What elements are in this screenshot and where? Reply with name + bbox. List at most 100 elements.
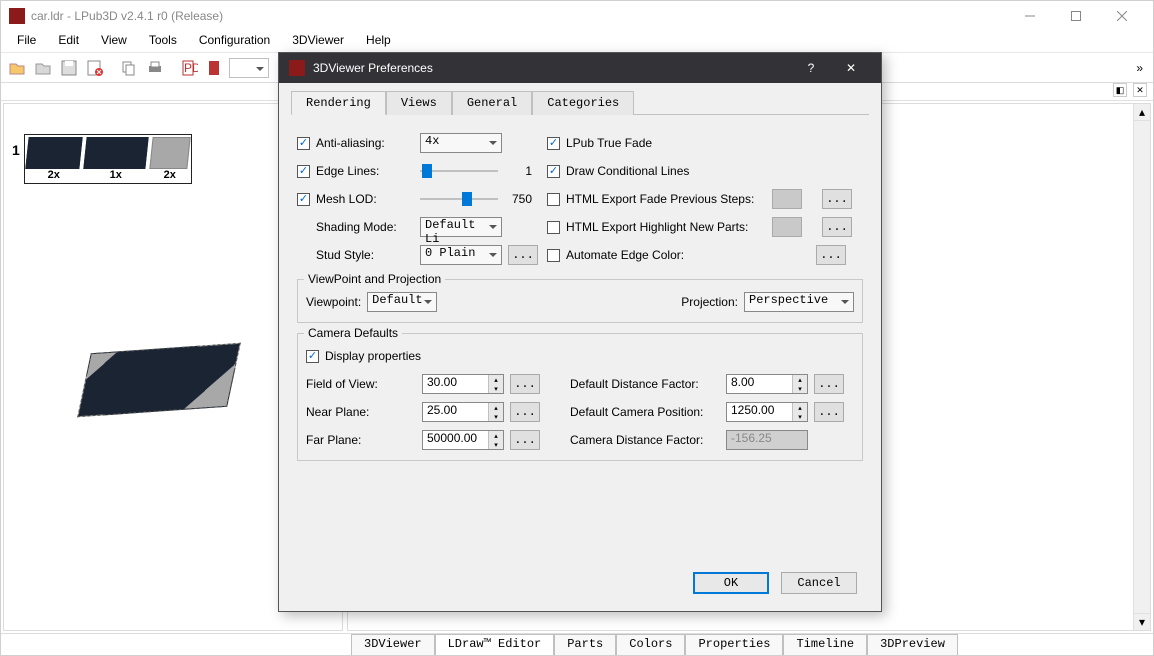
mesh-lod-value: 750 (504, 192, 532, 206)
fov-label: Field of View: (306, 377, 416, 391)
tab-colors[interactable]: Colors (616, 634, 685, 655)
open-icon[interactable] (5, 56, 29, 80)
print-icon[interactable] (143, 56, 167, 80)
projection-label: Projection: (681, 295, 738, 309)
ddf-input[interactable]: 8.00▴▾ (726, 374, 808, 394)
ddf-more-button[interactable]: ... (814, 374, 844, 394)
shading-mode-label: Shading Mode: (316, 220, 414, 234)
scroll-down-icon[interactable]: ▾ (1134, 613, 1150, 630)
html-highlight-color[interactable] (772, 217, 802, 237)
tab-timeline[interactable]: Timeline (783, 634, 867, 655)
tab-properties[interactable]: Properties (685, 634, 783, 655)
tab-views[interactable]: Views (386, 91, 452, 115)
part-qty: 2x (164, 169, 176, 181)
minimize-button[interactable] (1007, 1, 1053, 31)
pdf2-icon[interactable] (203, 56, 227, 80)
fov-input[interactable]: 30.00▴▾ (422, 374, 504, 394)
stud-style-label: Stud Style: (316, 248, 414, 262)
shading-mode-combo[interactable]: Default Li (420, 217, 502, 237)
stud-style-combo[interactable]: 0 Plain (420, 245, 502, 265)
vertical-scrollbar[interactable]: ▴ ▾ (1133, 104, 1150, 630)
viewpoint-combo[interactable]: Default (367, 292, 437, 312)
true-fade-checkbox[interactable] (547, 137, 560, 150)
menu-file[interactable]: File (7, 31, 46, 52)
cancel-button[interactable]: Cancel (781, 572, 857, 594)
toolbar-combo[interactable] (229, 58, 269, 78)
close-button[interactable] (1099, 1, 1145, 31)
far-label: Far Plane: (306, 433, 416, 447)
mesh-lod-slider[interactable] (420, 192, 498, 206)
far-more-button[interactable]: ... (510, 430, 540, 450)
projection-combo[interactable]: Perspective (744, 292, 854, 312)
html-fade-more-button[interactable]: ... (822, 189, 852, 209)
title-bar: car.ldr - LPub3D v2.4.1 r0 (Release) (1, 1, 1153, 31)
dock-close-icon[interactable]: ✕ (1133, 83, 1147, 97)
toolbar-more[interactable]: » (1130, 61, 1149, 75)
menu-view[interactable]: View (91, 31, 137, 52)
ok-button[interactable]: OK (693, 572, 769, 594)
dialog-footer: OK Cancel (291, 563, 869, 603)
pdf-icon[interactable]: PDF (177, 56, 201, 80)
true-fade-label: LPub True Fade (566, 136, 652, 150)
tab-parts[interactable]: Parts (554, 634, 616, 655)
edge-lines-label: Edge Lines: (316, 164, 414, 178)
fov-more-button[interactable]: ... (510, 374, 540, 394)
anti-aliasing-combo[interactable]: 4x (420, 133, 502, 153)
save-icon[interactable] (57, 56, 81, 80)
menu-bar: File Edit View Tools Configuration 3DVie… (1, 31, 1153, 53)
bottom-tabs: 3DViewer LDraw™ Editor Parts Colors Prop… (1, 633, 1153, 655)
tab-general[interactable]: General (452, 91, 532, 115)
dialog-close-button[interactable]: ✕ (831, 53, 871, 83)
scroll-up-icon[interactable]: ▴ (1134, 104, 1150, 121)
assembly-image[interactable] (77, 343, 241, 417)
viewpoint-label: Viewpoint: (306, 295, 361, 309)
near-label: Near Plane: (306, 405, 416, 419)
html-fade-checkbox[interactable] (547, 193, 560, 206)
tab-3dviewer[interactable]: 3DViewer (351, 634, 435, 655)
preferences-dialog: 3DViewer Preferences ? ✕ Rendering Views… (278, 52, 882, 612)
menu-configuration[interactable]: Configuration (189, 31, 280, 52)
html-highlight-more-button[interactable]: ... (822, 217, 852, 237)
far-input[interactable]: 50000.00▴▾ (422, 430, 504, 450)
display-properties-checkbox[interactable] (306, 350, 319, 363)
anti-aliasing-checkbox[interactable] (297, 137, 310, 150)
camera-group: Camera Defaults Display properties Field… (297, 333, 863, 461)
menu-help[interactable]: Help (356, 31, 401, 52)
html-fade-label: HTML Export Fade Previous Steps: (566, 192, 766, 206)
auto-edge-checkbox[interactable] (547, 249, 560, 262)
edge-lines-slider[interactable] (420, 164, 498, 178)
near-more-button[interactable]: ... (510, 402, 540, 422)
near-input[interactable]: 25.00▴▾ (422, 402, 504, 422)
stud-style-more-button[interactable]: ... (508, 245, 538, 265)
draw-conditional-checkbox[interactable] (547, 165, 560, 178)
dcp-more-button[interactable]: ... (814, 402, 844, 422)
mesh-lod-label: Mesh LOD: (316, 192, 414, 206)
maximize-button[interactable] (1053, 1, 1099, 31)
open2-icon[interactable] (31, 56, 55, 80)
dcp-input[interactable]: 1250.00▴▾ (726, 402, 808, 422)
tab-categories[interactable]: Categories (532, 91, 634, 115)
mesh-lod-checkbox[interactable] (297, 193, 310, 206)
menu-tools[interactable]: Tools (139, 31, 187, 52)
dialog-title-bar[interactable]: 3DViewer Preferences ? ✕ (279, 53, 881, 83)
html-highlight-checkbox[interactable] (547, 221, 560, 234)
edge-lines-value: 1 (504, 164, 532, 178)
parts-list[interactable]: 2x 1x 2x (24, 134, 192, 184)
viewpoint-group: ViewPoint and Projection Viewpoint: Defa… (297, 279, 863, 323)
dialog-title: 3DViewer Preferences (313, 61, 791, 75)
dialog-help-button[interactable]: ? (791, 53, 831, 83)
html-fade-color[interactable] (772, 189, 802, 209)
tab-rendering[interactable]: Rendering (291, 91, 386, 115)
auto-edge-more-button[interactable]: ... (816, 245, 846, 265)
close-file-icon[interactable] (83, 56, 107, 80)
step-number: 1 (12, 142, 20, 158)
dock-float-icon[interactable]: ◧ (1113, 83, 1127, 97)
menu-edit[interactable]: Edit (48, 31, 89, 52)
edge-lines-checkbox[interactable] (297, 165, 310, 178)
app-icon (9, 8, 25, 24)
tab-ldraw-editor[interactable]: LDraw™ Editor (435, 634, 555, 655)
copy-icon[interactable] (117, 56, 141, 80)
menu-3dviewer[interactable]: 3DViewer (282, 31, 354, 52)
tab-3dpreview[interactable]: 3DPreview (867, 634, 958, 655)
ddf-label: Default Distance Factor: (570, 377, 720, 391)
